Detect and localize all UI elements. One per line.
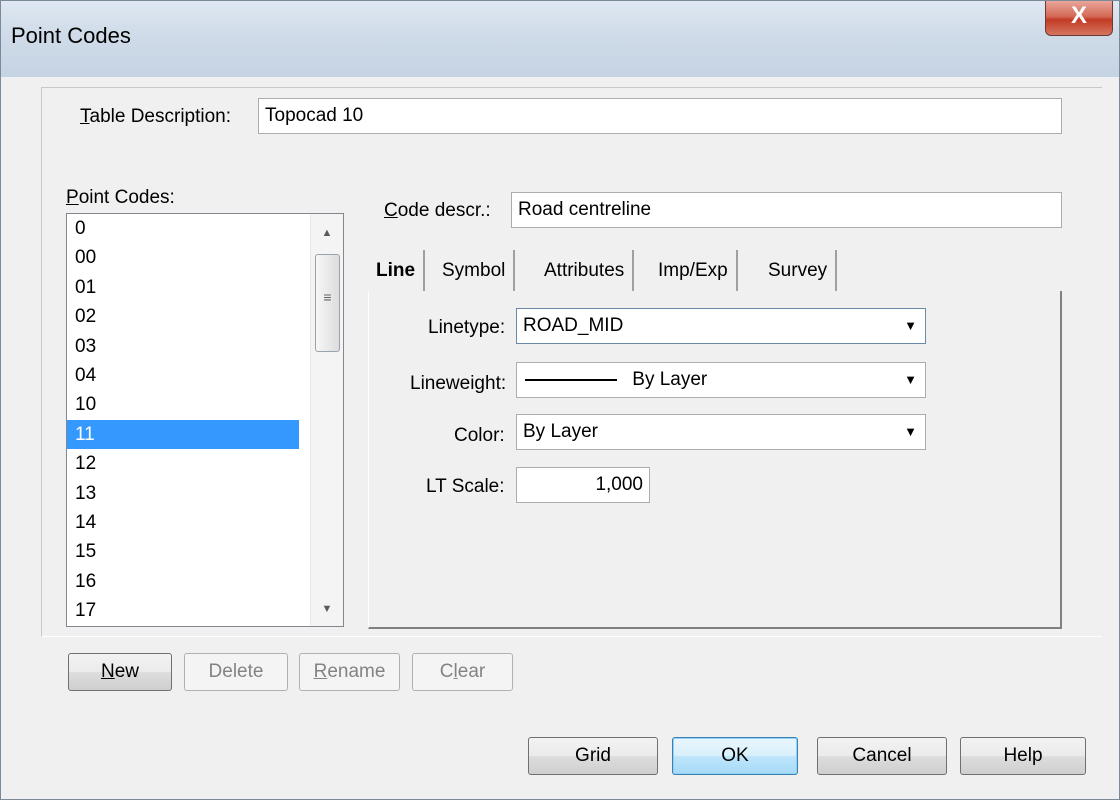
new-button[interactable]: New (68, 653, 172, 691)
list-item[interactable]: 11 (67, 419, 299, 450)
tab-survey[interactable]: Survey (760, 250, 838, 292)
list-item[interactable]: 14 (67, 508, 299, 537)
chevron-down-icon: ▼ (904, 318, 917, 333)
lt-scale-label: LT Scale: (426, 476, 505, 497)
lt-scale-input[interactable]: 1,000 (516, 467, 650, 503)
grid-button[interactable]: Grid (528, 737, 658, 775)
tab-line[interactable]: Line (368, 250, 426, 292)
color-label: Color: (454, 425, 505, 446)
clear-button[interactable]: Clear (412, 653, 513, 691)
color-dropdown[interactable]: By Layer ▼ (516, 414, 926, 450)
scroll-down-icon[interactable]: ▼ (311, 594, 343, 624)
tab-attributes[interactable]: Attributes (536, 250, 635, 292)
lineweight-value: By Layer (632, 369, 708, 390)
cancel-button[interactable]: Cancel (817, 737, 947, 775)
list-item[interactable]: 0 (67, 214, 299, 243)
scroll-grip-icon: ≡ (323, 289, 332, 305)
list-item[interactable]: 02 (67, 302, 299, 331)
tab-symbol[interactable]: Symbol (434, 250, 516, 292)
close-button[interactable]: X (1045, 1, 1113, 36)
point-codes-label: Point Codes: (66, 187, 175, 208)
list-item[interactable]: 16 (67, 567, 299, 596)
point-codes-list[interactable]: 0 00 01 02 03 04 10 11 12 13 14 15 16 17 ▲ ≡ ▼ (66, 213, 344, 627)
linetype-label: Linetype: (428, 317, 506, 338)
close-icon: X (1070, 2, 1087, 29)
list-item[interactable]: 12 (67, 449, 299, 478)
list-item[interactable]: 15 (67, 537, 299, 566)
list-item[interactable]: 00 (67, 243, 299, 272)
delete-button[interactable]: Delete (184, 653, 288, 691)
list-item[interactable]: 10 (67, 390, 299, 419)
rename-button[interactable]: Rename (299, 653, 400, 691)
scroll-up-icon[interactable]: ▲ (311, 218, 343, 248)
list-item[interactable]: 01 (67, 273, 299, 302)
list-item[interactable]: 04 (67, 361, 299, 390)
linetype-dropdown[interactable]: ROAD_MID ▼ (516, 308, 926, 344)
linetype-value: ROAD_MID (523, 315, 624, 336)
window-title: Point Codes (11, 23, 131, 48)
code-descr-label: Code descr.: (384, 200, 491, 221)
code-descr-input[interactable]: Road centreline (511, 192, 1062, 228)
help-button[interactable]: Help (960, 737, 1086, 775)
title-bar[interactable]: Point Codes X (1, 1, 1119, 77)
list-scrollbar[interactable]: ▲ ≡ ▼ (310, 214, 343, 626)
chevron-down-icon: ▼ (904, 372, 917, 387)
point-codes-items: 0 00 01 02 03 04 10 11 12 13 14 15 16 17 (67, 214, 343, 625)
list-item[interactable]: 17 (67, 596, 299, 625)
tab-imp-exp[interactable]: Imp/Exp (650, 250, 738, 292)
list-item[interactable]: 03 (67, 332, 299, 361)
ok-button[interactable]: OK (672, 737, 798, 775)
chevron-down-icon: ▼ (904, 424, 917, 439)
list-item[interactable]: 13 (67, 479, 299, 508)
lineweight-label: Lineweight: (410, 373, 507, 394)
lineweight-sample-line (525, 378, 617, 381)
lineweight-dropdown[interactable]: By Layer ▼ (516, 362, 926, 398)
color-value: By Layer (523, 421, 598, 442)
scroll-thumb[interactable]: ≡ (315, 254, 340, 352)
